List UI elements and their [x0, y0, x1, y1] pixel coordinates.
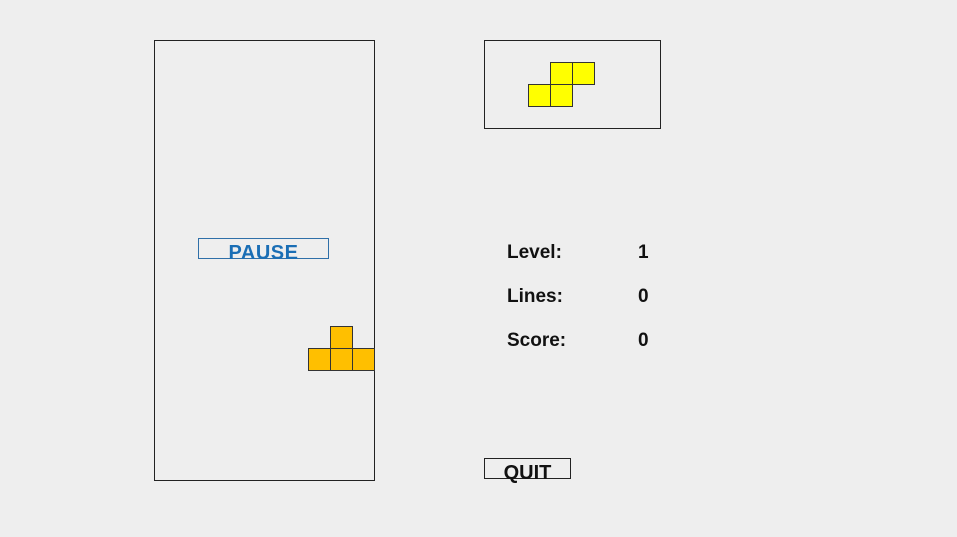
- next-piece-block: [550, 62, 573, 85]
- lines-value: 0: [638, 286, 649, 307]
- falling-piece-block: [308, 348, 331, 371]
- next-piece-block: [528, 84, 551, 107]
- game-window: PAUSE Level: 1 Lines: 0 Score: 0 QUIT: [0, 0, 957, 537]
- next-piece-block: [572, 62, 595, 85]
- quit-button-label: QUIT: [503, 462, 552, 484]
- pause-button[interactable]: PAUSE: [198, 238, 329, 264]
- falling-piece-block: [330, 326, 353, 349]
- quit-button[interactable]: QUIT: [484, 458, 571, 484]
- level-label: Level:: [507, 242, 562, 263]
- pause-button-label: PAUSE: [228, 242, 299, 264]
- lines-label: Lines:: [507, 286, 563, 307]
- score-value: 0: [638, 330, 649, 351]
- next-piece-block: [550, 84, 573, 107]
- score-label: Score:: [507, 330, 567, 351]
- falling-piece-block: [352, 348, 375, 371]
- level-value: 1: [638, 242, 649, 263]
- falling-piece-block: [330, 348, 353, 371]
